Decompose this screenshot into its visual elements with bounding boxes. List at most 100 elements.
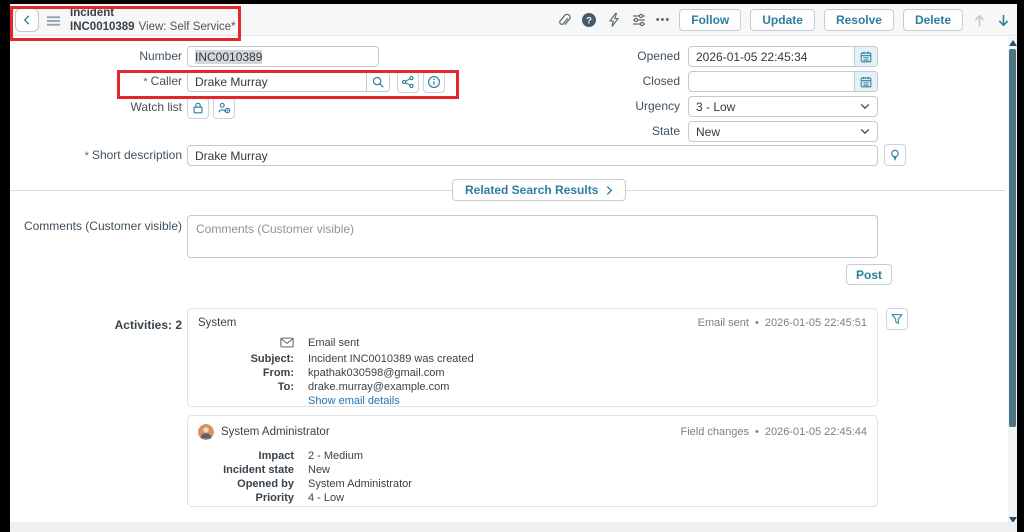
caller-info-button[interactable] bbox=[423, 71, 445, 93]
horizontal-scrollbar-track[interactable] bbox=[10, 522, 1017, 532]
activity-timestamp: 2026-01-05 22:45:51 bbox=[749, 317, 867, 329]
mandatory-indicator: * bbox=[84, 150, 89, 162]
scrollbar-thumb[interactable] bbox=[1009, 49, 1016, 427]
next-record-icon[interactable] bbox=[996, 13, 1011, 28]
field-change-value: New bbox=[308, 464, 331, 476]
lock-icon bbox=[193, 102, 203, 114]
caller-label: * Caller bbox=[143, 74, 182, 88]
activity-type: Field changes bbox=[680, 426, 749, 438]
email-from-value: kpathak030598@gmail.com bbox=[308, 367, 445, 379]
closed-input[interactable] bbox=[689, 72, 854, 91]
field-change-label: Impact bbox=[258, 450, 294, 462]
activity-stream-icon[interactable] bbox=[606, 12, 622, 28]
show-email-details-link[interactable]: Show email details bbox=[308, 395, 867, 407]
opened-input[interactable] bbox=[689, 47, 854, 66]
more-options-icon[interactable]: ••• bbox=[656, 14, 671, 26]
email-from-label: From: bbox=[262, 367, 294, 379]
filter-icon bbox=[891, 314, 903, 325]
record-number: INC0010389 bbox=[70, 21, 135, 33]
closed-field-group bbox=[688, 71, 878, 92]
watch-list-lock-button[interactable] bbox=[187, 97, 209, 119]
email-to-label: To: bbox=[277, 381, 294, 393]
attachment-icon[interactable] bbox=[556, 12, 572, 28]
email-to-value: drake.murray@example.com bbox=[308, 381, 450, 393]
email-subject-label: Subject: bbox=[250, 353, 294, 365]
field-change-label: Incident state bbox=[223, 464, 294, 476]
view-label: View: Self Service* bbox=[138, 21, 236, 33]
short-description-input[interactable] bbox=[187, 145, 878, 166]
caller-preview-button[interactable] bbox=[397, 71, 419, 93]
chevron-down-icon bbox=[860, 128, 870, 135]
caller-lookup-button[interactable] bbox=[366, 72, 389, 91]
personalize-form-icon[interactable] bbox=[631, 12, 647, 28]
search-knowledge-button[interactable] bbox=[884, 144, 906, 166]
svg-text:?: ? bbox=[586, 15, 592, 26]
opened-label: Opened bbox=[637, 49, 680, 63]
incident-form-window: Incident INC0010389 View: Self Service* ?… bbox=[10, 4, 1017, 532]
hierarchy-icon bbox=[401, 75, 414, 89]
lightbulb-icon bbox=[891, 149, 899, 162]
previous-record-icon bbox=[972, 13, 987, 28]
scroll-up-arrow-icon[interactable] bbox=[1008, 40, 1017, 46]
urgency-label: Urgency bbox=[635, 99, 680, 113]
activity-type: Email sent bbox=[697, 317, 749, 329]
form-header-bar: Incident INC0010389 View: Self Service* ?… bbox=[10, 4, 1017, 36]
activity-author: System Administrator bbox=[198, 424, 330, 440]
caller-field-group bbox=[187, 71, 390, 92]
activity-entry-field-changes: System Administrator Field changes2026-0… bbox=[187, 415, 878, 507]
related-search-results-button[interactable]: Related Search Results bbox=[452, 179, 627, 201]
state-value: New bbox=[696, 124, 721, 139]
watch-list-add-me-button[interactable] bbox=[213, 97, 235, 119]
field-change-label: Opened by bbox=[237, 478, 294, 490]
activity-author: System bbox=[198, 317, 237, 329]
urgency-select[interactable]: 3 - Low bbox=[688, 96, 878, 117]
opened-field-group bbox=[688, 46, 878, 67]
page-title: Incident bbox=[70, 7, 115, 19]
post-button[interactable]: Post bbox=[846, 264, 893, 285]
update-button[interactable]: Update bbox=[750, 9, 815, 31]
comments-label: Comments (Customer visible) bbox=[23, 219, 182, 233]
number-input[interactable]: INC0010389 bbox=[187, 46, 379, 67]
record-title: Incident INC0010389 View: Self Service* bbox=[70, 6, 236, 34]
resolve-button[interactable]: Resolve bbox=[823, 9, 894, 31]
delete-button[interactable]: Delete bbox=[902, 9, 963, 31]
comments-textarea[interactable] bbox=[187, 215, 878, 258]
opened-calendar-button[interactable] bbox=[854, 47, 877, 66]
help-icon[interactable]: ? bbox=[581, 12, 597, 28]
field-change-value: System Administrator bbox=[308, 478, 412, 490]
closed-calendar-button[interactable] bbox=[854, 72, 877, 91]
field-change-value: 4 - Low bbox=[308, 492, 345, 504]
activities-count-label: Activities: 2 bbox=[114, 318, 182, 332]
back-button[interactable] bbox=[15, 8, 39, 32]
activity-filter-button[interactable] bbox=[886, 308, 908, 330]
caller-input[interactable] bbox=[188, 72, 366, 91]
chevron-right-icon bbox=[607, 185, 613, 195]
search-icon bbox=[372, 76, 384, 88]
short-description-label: * Short description bbox=[84, 148, 182, 162]
activity-meta: Field changes2026-01-05 22:45:44 bbox=[680, 426, 867, 438]
chevron-left-icon bbox=[23, 15, 30, 25]
info-icon bbox=[428, 76, 440, 88]
vertical-scrollbar[interactable] bbox=[1008, 37, 1017, 526]
closed-label: Closed bbox=[642, 74, 680, 88]
email-icon bbox=[280, 337, 294, 351]
follow-button[interactable]: Follow bbox=[679, 9, 742, 31]
chevron-down-icon bbox=[860, 103, 870, 110]
number-value: INC0010389 bbox=[195, 49, 263, 64]
email-subject-value: Incident INC0010389 was created bbox=[308, 353, 474, 365]
person-plus-icon bbox=[218, 102, 231, 114]
state-label: State bbox=[651, 124, 680, 138]
activity-meta: Email sent2026-01-05 22:45:51 bbox=[698, 317, 867, 329]
watch-list-label: Watch list bbox=[130, 100, 182, 114]
email-status: Email sent bbox=[308, 337, 360, 349]
calendar-icon bbox=[860, 51, 872, 62]
activity-timestamp: 2026-01-05 22:45:44 bbox=[749, 426, 867, 438]
number-label: Number bbox=[139, 49, 182, 63]
mandatory-indicator: * bbox=[143, 76, 148, 88]
field-change-value: 2 - Medium bbox=[308, 450, 364, 462]
avatar bbox=[198, 424, 214, 440]
context-menu-icon[interactable] bbox=[46, 14, 61, 26]
urgency-value: 3 - Low bbox=[696, 99, 736, 114]
calendar-icon bbox=[860, 76, 872, 87]
state-select[interactable]: New bbox=[688, 121, 878, 142]
